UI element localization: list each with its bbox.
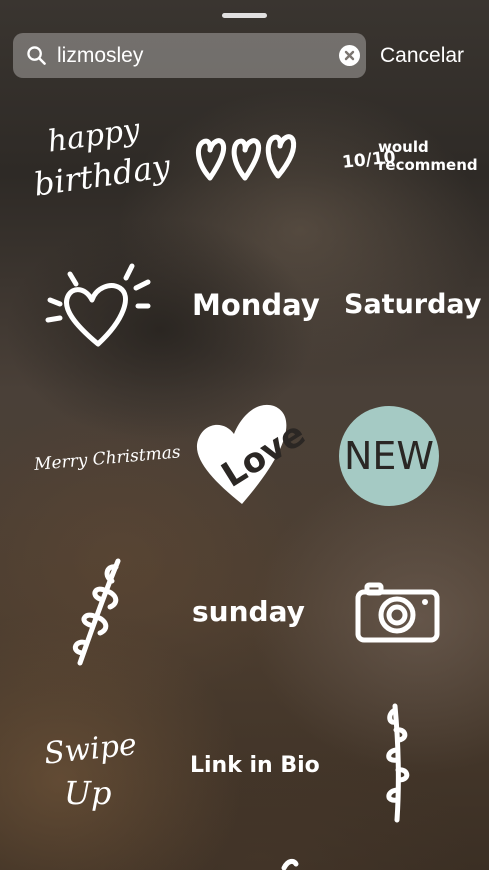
sticker-sunday[interactable]: sunday [188,585,305,640]
sticker-text: sunday [192,595,305,628]
cancel-button[interactable]: Cancelar [380,40,480,72]
sticker-happy-birthday[interactable]: happy birthday [30,110,173,204]
sticker-monday[interactable]: Monday [188,275,320,335]
love-heart-icon: Love [196,404,312,504]
sticker-merry-christmas[interactable]: Merry Christmas [32,435,181,480]
partial-sticker-art [281,858,299,870]
merry-christmas-sticker-art: Merry Christmas [32,442,181,475]
happy-birthday-sticker-art: happy birthday [31,112,173,204]
sticker-camera[interactable] [355,582,440,644]
recommend-sticker-art: 10/10 would recommend [341,138,477,174]
clear-icon [344,50,355,61]
search-icon [27,46,46,65]
branch-icon [72,558,121,666]
sticker-three-hearts[interactable] [190,120,300,190]
search-bar[interactable] [13,33,366,78]
sticker-text: Saturday [344,289,482,320]
sticker-love-heart[interactable]: Love [190,400,312,510]
sticker-branch-2[interactable] [375,700,425,825]
clear-search-button[interactable] [339,45,360,66]
swipe-up-sticker-art: Swipe Up [42,727,138,812]
sticker-branch[interactable] [60,555,130,670]
branch-icon [386,703,410,823]
search-input[interactable] [57,33,337,78]
sticker-partial[interactable] [280,858,300,870]
sunday-sticker-art: sunday [192,595,305,628]
new-badge: NEW [339,406,439,506]
heart-burst-icon [45,263,151,347]
sticker-text: Swipe [42,727,138,772]
sticker-text: Link in Bio [190,753,320,778]
sticker-text: Up [64,774,111,812]
sticker-text: recommend [378,156,478,174]
sticker-new[interactable]: NEW [338,405,440,507]
monday-sticker-art: Monday [192,288,320,322]
drag-handle[interactable] [222,13,267,18]
hearts-icon [195,134,297,181]
sticker-heart-burst[interactable] [40,260,155,355]
saturday-sticker-art: Saturday [344,289,482,320]
sticker-text: would [378,138,429,156]
camera-icon [355,582,440,643]
sticker-link-in-bio[interactable]: Link in Bio [188,740,320,785]
sticker-text: Merry Christmas [32,442,181,475]
sticker-would-recommend[interactable]: 10/10 would recommend [340,130,477,185]
sticker-swipe-up[interactable]: Swipe Up [40,720,138,815]
sticker-text: Monday [192,288,320,322]
sticker-saturday[interactable]: Saturday [340,275,482,335]
link-in-bio-sticker-art: Link in Bio [190,753,320,778]
sticker-text: NEW [344,434,434,478]
